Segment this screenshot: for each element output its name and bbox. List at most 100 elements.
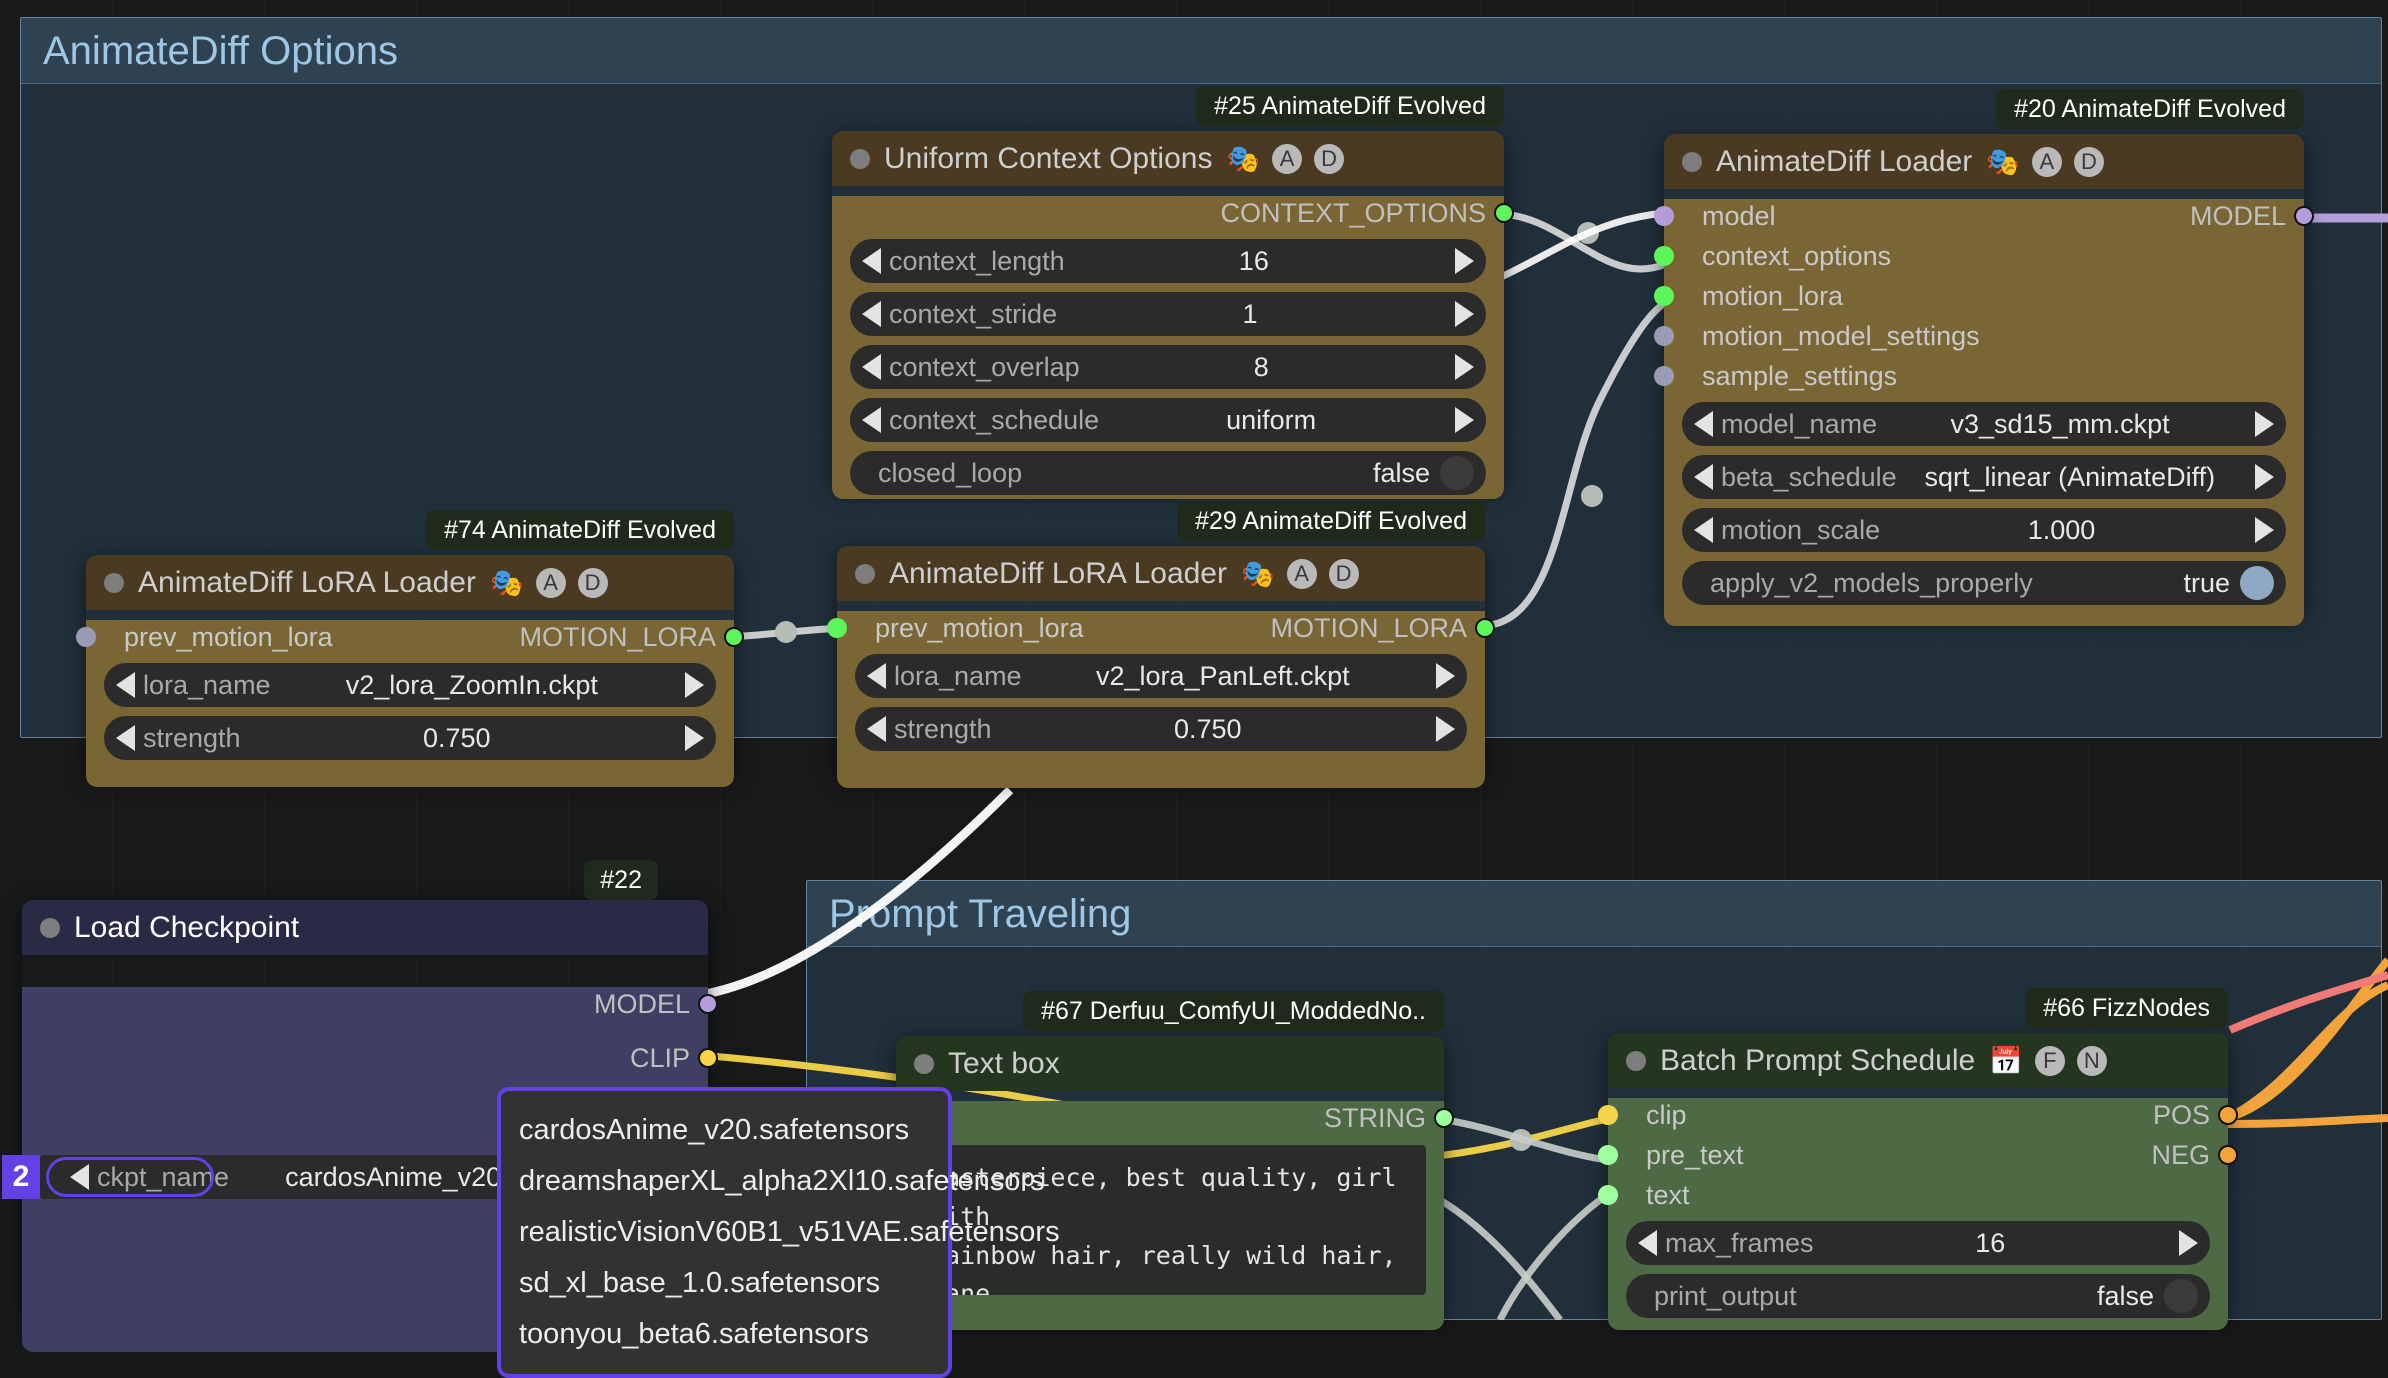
node-header-batch-prompt-schedule[interactable]: Batch Prompt Schedule 📅 F N — [1608, 1033, 2228, 1088]
slot-row-clip[interactable]: clip POS — [1598, 1098, 2238, 1132]
node-batch-prompt-schedule[interactable]: #66 FizzNodes Batch Prompt Schedule 📅 F … — [1598, 988, 2238, 1330]
dropdown-item[interactable]: sd_xl_base_1.0.safetensors — [501, 1258, 948, 1309]
widget-value[interactable]: v3_sd15_mm.ckpt — [1950, 409, 2169, 440]
widget-value[interactable]: sqrt_linear (AnimateDiff) — [1925, 462, 2216, 493]
node-header-lora-loader-29[interactable]: AnimateDiff LoRA Loader 🎭 A D — [837, 546, 1485, 601]
decrement-arrow-icon[interactable] — [1694, 517, 1713, 543]
widget-context-schedule[interactable]: context_schedule uniform — [850, 398, 1486, 442]
widget-context-length[interactable]: context_length 16 — [850, 239, 1486, 283]
toggle-apply-v2-models-properly[interactable] — [2240, 566, 2274, 600]
output-pin-context-options[interactable] — [1494, 203, 1514, 223]
widget-motion-scale[interactable]: motion_scale 1.000 — [1682, 508, 2286, 552]
decrement-arrow-icon[interactable] — [862, 248, 881, 274]
widget-value[interactable]: 0.750 — [1174, 714, 1242, 745]
increment-arrow-icon[interactable] — [2254, 517, 2274, 543]
ckpt-name-dropdown[interactable]: cardosAnime_v20.safetensors dreamshaperX… — [497, 1087, 1060, 1378]
collapse-dot-icon[interactable] — [850, 148, 870, 169]
widget-apply-v2-models-properly[interactable]: apply_v2_models_properly true — [1682, 561, 2286, 605]
slot-row-prev-motion-lora-29[interactable]: prev_motion_lora MOTION_LORA — [827, 611, 1495, 645]
output-pin-motion-lora[interactable] — [724, 627, 744, 647]
output-pin-motion-lora[interactable] — [1475, 618, 1495, 638]
output-pin-string[interactable] — [1434, 1108, 1454, 1128]
input-pin-model[interactable] — [1654, 206, 1674, 226]
widget-strength-74[interactable]: strength 0.750 — [104, 716, 716, 760]
output-pin-neg[interactable] — [2218, 1145, 2238, 1165]
decrement-arrow-icon[interactable] — [1694, 411, 1713, 437]
input-pin-prev-motion-lora[interactable] — [76, 627, 96, 647]
collapse-dot-icon[interactable] — [914, 1053, 934, 1074]
collapse-dot-icon[interactable] — [104, 572, 124, 593]
dropdown-item[interactable]: dreamshaperXL_alpha2Xl10.safetensors — [501, 1156, 1045, 1207]
increment-arrow-icon[interactable] — [1435, 716, 1455, 742]
widget-max-frames[interactable]: max_frames 16 — [1626, 1221, 2210, 1265]
widget-lora-name-74[interactable]: lora_name v2_lora_ZoomIn.ckpt — [104, 663, 716, 707]
node-header-animatediff-loader[interactable]: AnimateDiff Loader 🎭 A D — [1664, 134, 2304, 189]
toggle-print-output[interactable] — [2164, 1279, 2198, 1313]
node-header-uniform-context-options[interactable]: Uniform Context Options 🎭 A D — [832, 131, 1504, 186]
widget-context-stride[interactable]: context_stride 1 — [850, 292, 1486, 336]
slot-row-model-out[interactable]: MODEL — [22, 987, 718, 1021]
collapse-dot-icon[interactable] — [1682, 151, 1702, 172]
node-uniform-context-options[interactable]: #25 AnimateDiff Evolved Uniform Context … — [832, 86, 1514, 499]
node-header-text-box[interactable]: Text box — [896, 1036, 1444, 1091]
node-header-load-checkpoint[interactable]: Load Checkpoint — [22, 900, 708, 955]
decrement-arrow-icon[interactable] — [116, 672, 135, 698]
decrement-arrow-icon[interactable] — [1638, 1230, 1657, 1256]
dropdown-item[interactable]: realisticVisionV60B1_v51VAE.safetensors — [501, 1207, 1060, 1258]
widget-value[interactable]: v2_lora_PanLeft.ckpt — [1096, 661, 1350, 692]
widget-value[interactable]: 16 — [1975, 1228, 2005, 1259]
slot-row-pre-text[interactable]: pre_text NEG — [1598, 1138, 2238, 1172]
widget-value[interactable]: v2_lora_ZoomIn.ckpt — [346, 670, 598, 701]
decrement-arrow-icon[interactable] — [1694, 464, 1713, 490]
node-header-lora-loader-74[interactable]: AnimateDiff LoRA Loader 🎭 A D — [86, 555, 734, 610]
widget-value[interactable]: 0.750 — [423, 723, 491, 754]
input-pin-motion-model-settings[interactable] — [1654, 326, 1674, 346]
widget-value[interactable]: 16 — [1239, 246, 1269, 277]
decrement-arrow-icon[interactable] — [867, 663, 886, 689]
input-pin-prev-motion-lora[interactable] — [827, 618, 847, 638]
output-pin-model[interactable] — [698, 994, 718, 1014]
output-pin-clip[interactable] — [698, 1048, 718, 1068]
increment-arrow-icon[interactable] — [684, 725, 704, 751]
increment-arrow-icon[interactable] — [1455, 301, 1474, 327]
increment-arrow-icon[interactable] — [1455, 407, 1474, 433]
widget-value[interactable]: 1.000 — [2028, 515, 2096, 546]
collapse-dot-icon[interactable] — [40, 917, 60, 938]
widget-lora-name-29[interactable]: lora_name v2_lora_PanLeft.ckpt — [855, 654, 1467, 698]
widget-value[interactable]: uniform — [1226, 405, 1316, 436]
increment-arrow-icon[interactable] — [1455, 248, 1474, 274]
decrement-arrow-icon[interactable] — [116, 725, 135, 751]
widget-closed-loop[interactable]: closed_loop false — [850, 451, 1486, 495]
widget-model-name[interactable]: model_name v3_sd15_mm.ckpt — [1682, 402, 2286, 446]
slot-row-prev-motion-lora-74[interactable]: prev_motion_lora MOTION_LORA — [76, 620, 744, 654]
slot-row-motion-lora[interactable]: motion_lora — [1654, 279, 2304, 313]
slot-row-model[interactable]: model MODEL — [1654, 199, 2314, 233]
widget-context-overlap[interactable]: context_overlap 8 — [850, 345, 1486, 389]
widget-beta-schedule[interactable]: beta_schedule sqrt_linear (AnimateDiff) — [1682, 455, 2286, 499]
output-pin-pos[interactable] — [2218, 1105, 2238, 1125]
increment-arrow-icon[interactable] — [684, 672, 704, 698]
input-pin-motion-lora[interactable] — [1654, 286, 1674, 306]
input-pin-clip[interactable] — [1598, 1105, 1618, 1125]
decrement-arrow-icon[interactable] — [862, 301, 881, 327]
decrement-arrow-icon[interactable] — [867, 716, 886, 742]
node-animatediff-lora-loader-29[interactable]: #29 AnimateDiff Evolved AnimateDiff LoRA… — [827, 501, 1495, 788]
collapse-dot-icon[interactable] — [1626, 1050, 1646, 1071]
widget-strength-29[interactable]: strength 0.750 — [855, 707, 1467, 751]
slot-row-text[interactable]: text — [1598, 1178, 2228, 1212]
decrement-arrow-icon[interactable] — [862, 407, 881, 433]
output-slot-context-options[interactable]: CONTEXT_OPTIONS — [832, 196, 1514, 230]
increment-arrow-icon[interactable] — [2254, 464, 2274, 490]
dropdown-item[interactable]: cardosAnime_v20.safetensors — [501, 1105, 948, 1156]
slot-row-sample-settings[interactable]: sample_settings — [1654, 359, 2304, 393]
slot-row-context-options[interactable]: context_options — [1654, 239, 2304, 273]
widget-value[interactable]: 8 — [1254, 352, 1269, 383]
slot-row-clip-out[interactable]: CLIP — [22, 1041, 718, 1075]
widget-print-output[interactable]: print_output false — [1626, 1274, 2210, 1318]
input-pin-context-options[interactable] — [1654, 246, 1674, 266]
node-animatediff-lora-loader-74[interactable]: #74 AnimateDiff Evolved AnimateDiff LoRA… — [76, 510, 744, 787]
increment-arrow-icon[interactable] — [1436, 663, 1455, 689]
increment-arrow-icon[interactable] — [2254, 411, 2274, 437]
widget-value[interactable]: 1 — [1243, 299, 1258, 330]
output-pin-model[interactable] — [2294, 206, 2314, 226]
